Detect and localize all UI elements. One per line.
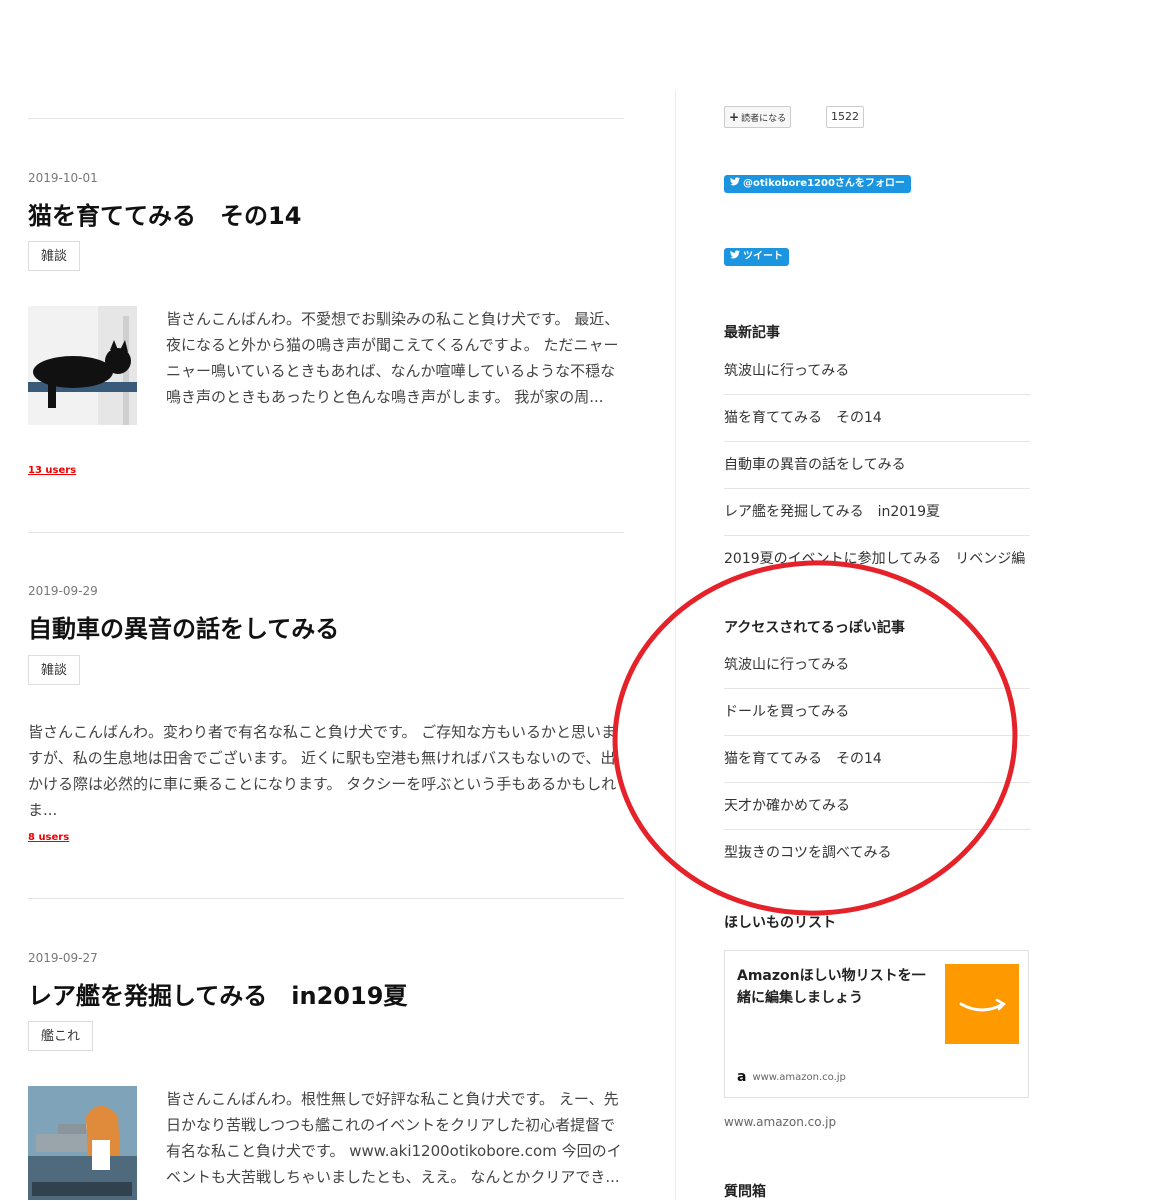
- twitter-bird-icon: [730, 175, 740, 193]
- latest-post-link[interactable]: 自動車の異音の話をしてみる: [724, 442, 1030, 489]
- post-title[interactable]: 自動車の異音の話をしてみる: [28, 609, 339, 644]
- amazon-link[interactable]: www.amazon.co.jp: [724, 1115, 836, 1129]
- latest-post-link[interactable]: レア艦を発掘してみる in2019夏: [724, 489, 1030, 536]
- post-thumbnail-game[interactable]: [28, 1086, 137, 1200]
- divider: [28, 532, 624, 533]
- popular-posts-title: アクセスされてるっぽい記事: [724, 620, 905, 636]
- popular-post-link[interactable]: 筑波山に行ってみる: [724, 642, 1030, 689]
- post-date: 2019-09-29: [28, 584, 98, 598]
- category-tag[interactable]: 艦これ: [28, 1021, 94, 1051]
- amazon-a-icon: a: [737, 1069, 747, 1085]
- popular-posts-list: 筑波山に行ってみる ドールを買ってみる 猫を育ててみる その14 天才か確かめて…: [724, 642, 1030, 876]
- post-excerpt: 皆さんこんばんわ。不愛想でお馴染みの私こと負け犬です。 最近、夜になると外から猫…: [166, 310, 620, 406]
- tweet-label: ツイート: [743, 251, 783, 262]
- post-thumbnail-cat[interactable]: [28, 306, 137, 425]
- latest-post-link[interactable]: 猫を育ててみる その14: [724, 395, 1030, 442]
- qa-box-title: 質問箱: [724, 1184, 766, 1200]
- post-excerpt: 皆さんこんばんわ。変わり者で有名な私こと負け犬です。 ご存知な方もいるかと思いま…: [28, 723, 617, 819]
- post-title[interactable]: レア艦を発掘してみる in2019夏: [28, 976, 407, 1011]
- post-excerpt: 皆さんこんばんわ。根性無しで好評な私こと負け犬です。 えー、先日かなり苦戦しつつ…: [166, 1090, 622, 1186]
- divider: [28, 898, 624, 899]
- twitter-bird-icon: [730, 248, 740, 266]
- amazon-wishlist-card[interactable]: Amazonほしい物リストを一緒に編集しましょう a www.amazon.co…: [724, 950, 1029, 1098]
- popular-post-link[interactable]: 型抜きのコツを調べてみる: [724, 830, 1030, 876]
- subscribe-label: 読者になる: [741, 113, 787, 124]
- twitter-follow-button[interactable]: @otikobore1200さんをフォロー: [724, 175, 911, 193]
- amazon-card-domain: www.amazon.co.jp: [752, 1071, 846, 1083]
- latest-posts-list: 筑波山に行ってみる 猫を育ててみる その14 自動車の異音の話をしてみる レア艦…: [724, 348, 1030, 582]
- column-divider: [675, 90, 676, 1200]
- plus-icon: +: [729, 110, 740, 124]
- post-title[interactable]: 猫を育ててみる その14: [28, 196, 301, 231]
- divider: [28, 118, 624, 119]
- amazon-card-text: Amazonほしい物リストを一緒に編集しましょう: [737, 968, 926, 1006]
- subscriber-count: 1522: [826, 106, 864, 128]
- bookmark-users[interactable]: 8 users: [28, 832, 69, 843]
- tweet-button[interactable]: ツイート: [724, 248, 789, 266]
- subscribe-button[interactable]: + 読者になる: [724, 106, 792, 128]
- amazon-smile-icon: [945, 964, 1019, 1044]
- popular-post-link[interactable]: 猫を育ててみる その14: [724, 736, 1030, 783]
- latest-posts-title: 最新記事: [724, 325, 780, 341]
- latest-post-link[interactable]: 2019夏のイベントに参加してみる リベンジ編: [724, 536, 1030, 582]
- popular-post-link[interactable]: 天才か確かめてみる: [724, 783, 1030, 830]
- category-tag[interactable]: 雑談: [28, 655, 81, 685]
- wishlist-title: ほしいものリスト: [724, 915, 836, 931]
- post-date: 2019-10-01: [28, 171, 98, 185]
- bookmark-users[interactable]: 13 users: [28, 465, 76, 476]
- category-tag[interactable]: 雑談: [28, 241, 81, 271]
- follow-label: @otikobore1200さんをフォロー: [743, 178, 905, 189]
- latest-post-link[interactable]: 筑波山に行ってみる: [724, 348, 1030, 395]
- popular-post-link[interactable]: ドールを買ってみる: [724, 689, 1030, 736]
- post-date: 2019-09-27: [28, 951, 98, 965]
- amazon-card-footer: a www.amazon.co.jp: [737, 1069, 846, 1085]
